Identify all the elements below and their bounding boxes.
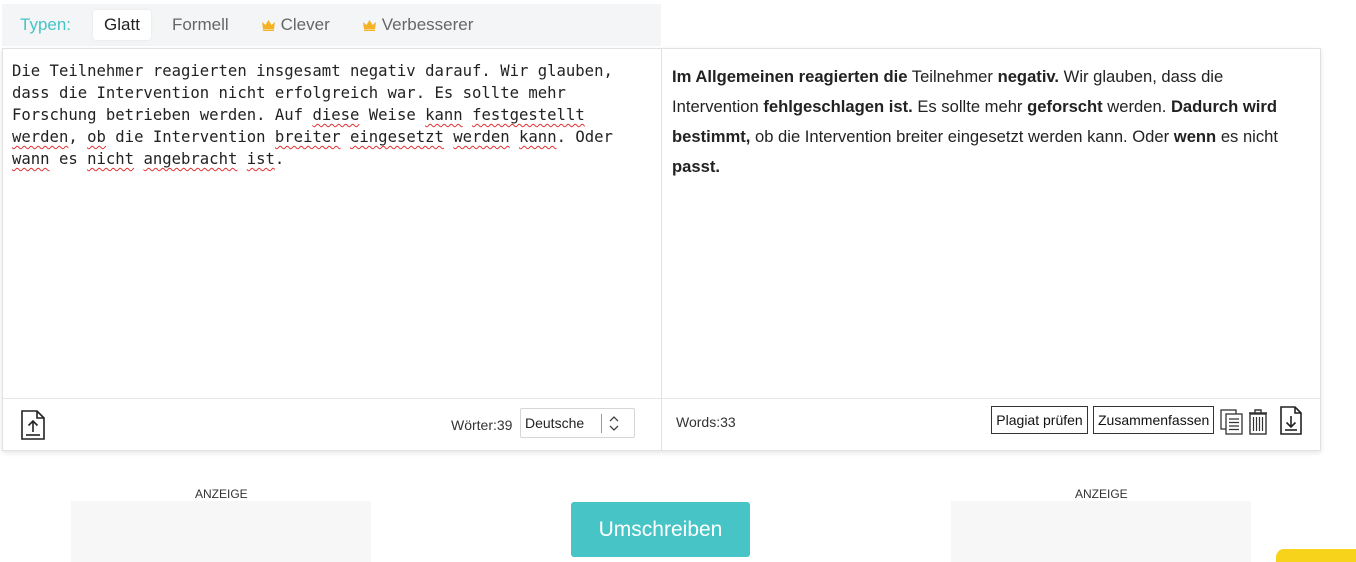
tab-verbesserer[interactable]: Verbesserer: [351, 10, 485, 40]
changed-phrase[interactable]: fehlgeschlagen ist.: [763, 97, 912, 116]
trash-icon[interactable]: [1246, 406, 1270, 436]
changed-phrase[interactable]: geforscht: [1027, 97, 1103, 116]
spell-flagged-word[interactable]: ist: [247, 150, 275, 168]
language-select[interactable]: Deutsche: [520, 408, 635, 438]
mode-selector: Typen: Glatt Formell Clever Verbesserer: [2, 4, 661, 46]
input-panel: Die Teilnehmer reagierten insgesamt nega…: [3, 49, 662, 450]
input-footer: Wörter:39 Deutsche: [3, 398, 661, 450]
summarize-button[interactable]: Zusammenfassen: [1093, 406, 1214, 434]
output-panel: Im Allgemeinen reagierten die Teilnehmer…: [662, 49, 1320, 450]
crown-icon: [261, 20, 275, 31]
plagiarism-check-button[interactable]: Plagiat prüfen: [991, 406, 1088, 434]
rewrite-button[interactable]: Umschreiben: [571, 502, 750, 557]
spell-flagged-word[interactable]: eingesetzt: [350, 128, 444, 146]
crown-icon: [362, 20, 376, 31]
input-text-run: [510, 128, 519, 146]
input-text-run: [237, 150, 246, 168]
ad-label-left: ANZEIGE: [195, 487, 248, 501]
select-divider: [601, 414, 602, 433]
ad-label-right: ANZEIGE: [1075, 487, 1128, 501]
feedback-widget-tab[interactable]: [1276, 549, 1356, 562]
output-word-count: Words:33: [676, 414, 736, 430]
spell-flagged-word[interactable]: festgestellt: [472, 106, 585, 124]
output-text-run: es nicht: [1216, 127, 1279, 146]
tab-formell[interactable]: Formell: [161, 10, 240, 40]
upload-icon[interactable]: [19, 409, 47, 441]
spell-flagged-word[interactable]: diese: [312, 106, 359, 124]
input-textarea[interactable]: Die Teilnehmer reagierten insgesamt nega…: [12, 60, 652, 170]
spell-flagged-word[interactable]: nicht: [87, 150, 134, 168]
output-text: Im Allgemeinen reagierten die Teilnehmer…: [672, 62, 1312, 182]
output-footer: Words:33 Plagiat prüfen Zusammenfassen: [662, 398, 1320, 450]
changed-phrase[interactable]: wenn: [1174, 127, 1216, 146]
input-text-run: [341, 128, 350, 146]
changed-phrase[interactable]: Im Allgemeinen reagierten die: [672, 67, 907, 86]
spell-flagged-word[interactable]: kann: [425, 106, 463, 124]
spell-flagged-word[interactable]: ob: [87, 128, 106, 146]
spell-flagged-word[interactable]: kann: [519, 128, 557, 146]
input-text-run: [463, 106, 472, 124]
input-text-run: die Intervention: [105, 128, 275, 146]
input-text-run: [444, 128, 453, 146]
editor-panels: Die Teilnehmer reagierten insgesamt nega…: [2, 48, 1321, 451]
input-text-run: ,: [68, 128, 88, 146]
spell-flagged-word[interactable]: werden: [453, 128, 509, 146]
input-word-count: Wörter:39: [451, 417, 513, 433]
spell-flagged-word[interactable]: breiter: [275, 128, 341, 146]
tab-clever[interactable]: Clever: [250, 10, 341, 40]
changed-phrase[interactable]: negativ.: [998, 67, 1059, 86]
ad-slot-right: [951, 501, 1251, 562]
input-text-run: Weise: [359, 106, 426, 124]
modes-label: Typen:: [20, 15, 72, 34]
input-text-run: es: [49, 150, 88, 168]
output-text-run: Es sollte mehr: [912, 97, 1028, 116]
spell-flagged-word[interactable]: wann: [12, 150, 50, 168]
ad-slot-left: [71, 501, 371, 562]
changed-phrase[interactable]: passt.: [672, 157, 720, 176]
chevron-updown-icon: [609, 416, 619, 431]
input-text-run: . Oder: [556, 128, 613, 146]
output-text-run: ob die Intervention breiter eingesetzt w…: [750, 127, 1174, 146]
tab-glatt[interactable]: Glatt: [93, 10, 151, 40]
copy-icon[interactable]: [1219, 408, 1245, 436]
input-text-run: .: [274, 150, 285, 168]
download-icon[interactable]: [1278, 405, 1304, 437]
language-value: Deutsche: [525, 415, 585, 431]
spell-flagged-word[interactable]: werden: [12, 128, 68, 146]
spell-flagged-word[interactable]: angebracht: [143, 150, 237, 168]
output-text-run: Teilnehmer: [907, 67, 998, 86]
output-text-run: werden.: [1102, 97, 1171, 116]
